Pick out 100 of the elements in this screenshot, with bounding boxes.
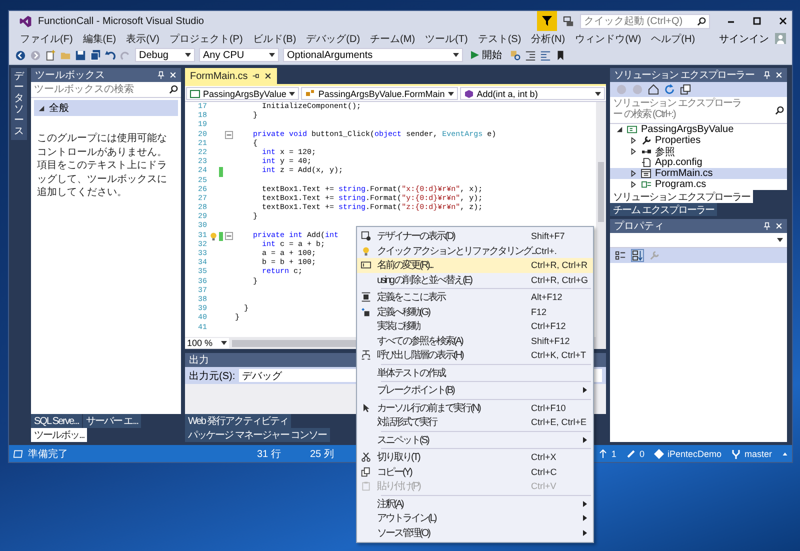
scrollbar[interactable]: [596, 102, 606, 337]
push-count[interactable]: 1: [611, 448, 616, 458]
platform-dropdown[interactable]: Any CPU: [199, 48, 279, 62]
undo-icon[interactable]: [105, 50, 116, 60]
menu-item[interactable]: ファイル(F): [15, 32, 78, 46]
menu-item[interactable]: アウトライン(L): [357, 511, 593, 526]
tree-item[interactable]: 参照: [610, 146, 787, 157]
alphabetical-icon[interactable]: [632, 250, 643, 261]
status-message: 準備完了: [28, 448, 69, 460]
tree-item[interactable]: PassingArgsByValue: [610, 124, 787, 135]
pin-icon[interactable]: [252, 72, 260, 80]
panel-title: 出力: [189, 354, 209, 367]
configuration-dropdown[interactable]: Debug: [135, 48, 195, 62]
panel-tab[interactable]: チーム エクスプローラー: [610, 203, 717, 216]
menu-item[interactable]: 対話形式で実行 Ctrl+E, Ctrl+E: [357, 415, 593, 430]
filter-icon[interactable]: [537, 11, 557, 31]
menu-item[interactable]: 単体テストの作成: [357, 366, 593, 380]
pin-icon[interactable]: [763, 222, 771, 230]
menu-item[interactable]: デバッグ(D): [301, 32, 366, 46]
quick-launch-field[interactable]: クイック起動 (Ctrl+Q): [580, 14, 710, 28]
menu-item[interactable]: スニペット(S): [357, 432, 593, 447]
diamond-icon: [654, 448, 664, 458]
collapse-all-icon[interactable]: [680, 84, 691, 95]
menu-item[interactable]: 注釈(A): [357, 496, 593, 511]
maximize-icon[interactable]: [752, 16, 762, 26]
toolbox-search-field[interactable]: ツールボックスの検索: [31, 82, 181, 98]
navigation-dropdown[interactable]: Add(int a, int b): [460, 87, 605, 100]
menu-item[interactable]: 分析(N): [526, 32, 570, 46]
panel-tab[interactable]: サーバー エ...: [82, 414, 142, 428]
collapse-icon[interactable]: [224, 232, 232, 240]
pin-icon[interactable]: [157, 71, 165, 79]
collapse-icon[interactable]: [224, 131, 232, 140]
branch-name[interactable]: master: [744, 448, 772, 458]
tree-item[interactable]: Properties: [610, 135, 787, 146]
output-source-label: 出力元(S):: [189, 370, 236, 382]
config-file-icon: [641, 158, 652, 167]
start-button[interactable]: 開始: [467, 48, 506, 62]
menu-item[interactable]: プロジェクト(P): [164, 32, 248, 46]
close-icon[interactable]: [778, 16, 788, 26]
menu-item[interactable]: 名前の変更(R)... Ctrl+R, Ctrl+R: [357, 258, 593, 272]
panel-tab[interactable]: パッケージ マネージャー コンソー: [185, 428, 331, 442]
menu-item[interactable]: ビルド(B): [248, 32, 302, 46]
menu-item[interactable]: 実装に移動 Ctrl+F12: [357, 319, 593, 334]
menu-item[interactable]: ツール(T): [420, 32, 473, 46]
csharp-file-icon: [641, 180, 652, 189]
menu-item[interactable]: 定義をここに表示 Alt+F12: [357, 290, 593, 304]
form-icon: [641, 169, 652, 178]
menu-item[interactable]: すべての参照を検索(A) Shift+F12: [357, 334, 593, 348]
categorized-icon[interactable]: [615, 250, 626, 261]
tree-item[interactable]: FormMain.cs: [610, 168, 787, 179]
bookmark-icon[interactable]: [555, 50, 566, 60]
menu-item[interactable]: コピー(Y) Ctrl+C: [357, 464, 593, 479]
change-count[interactable]: 0: [639, 448, 644, 458]
navigation-dropdown[interactable]: PassingArgsByValue: [186, 87, 300, 100]
menu-item[interactable]: 表示(V): [121, 32, 164, 46]
home-icon[interactable]: [648, 84, 659, 95]
menu-item[interactable]: ブレークポイント(B): [357, 383, 593, 398]
menu-item[interactable]: ヘルプ(H): [646, 32, 700, 46]
panel-tab[interactable]: SQL Serve...: [31, 414, 83, 428]
menu-item[interactable]: デザイナーの表示(D) Shift+F7: [357, 229, 593, 244]
close-icon[interactable]: [264, 72, 272, 80]
navigation-dropdown[interactable]: PassingArgsByValue.FormMain: [301, 87, 458, 100]
menu-item[interactable]: 切り取り(T) Ctrl+X: [357, 450, 593, 464]
menu-item[interactable]: テスト(S): [472, 32, 526, 46]
sign-in-link[interactable]: サインイン: [719, 32, 769, 46]
menu-item[interactable]: カーソル行の前まで実行(N) Ctrl+F10: [357, 400, 593, 415]
menu-item[interactable]: クイック アクションとリファクタリング...Ctrl+.: [357, 244, 593, 258]
save-all-icon[interactable]: [90, 50, 101, 60]
menu-item[interactable]: ウィンドウ(W): [570, 32, 646, 46]
panel-tab[interactable]: ツールボッ...: [31, 428, 88, 442]
startup-project-dropdown[interactable]: OptionalArguments: [283, 48, 463, 62]
tree-item[interactable]: App.config: [610, 157, 787, 168]
column-indicator: 25 列: [310, 448, 335, 460]
caret-icon: [782, 450, 788, 456]
menu-item[interactable]: using の削除と並べ替え(E) Ctrl+R, Ctrl+G: [357, 272, 593, 287]
zoom-dropdown[interactable]: 100 %: [185, 338, 229, 348]
toolbox-group[interactable]: 全般: [34, 100, 178, 116]
scissors-icon: [361, 452, 371, 462]
menu-item[interactable]: 定義へ移動(G) F12: [357, 304, 593, 319]
repository-name[interactable]: iPentecDemo: [667, 448, 722, 458]
menu-item[interactable]: 編集(E): [78, 32, 122, 46]
data-source-tab[interactable]: データソース: [11, 68, 27, 140]
lightbulb-icon[interactable]: [210, 232, 216, 241]
panel-tab[interactable]: ソリューション エクスプローラー: [610, 190, 753, 203]
menu-item[interactable]: ソース管理(O): [357, 526, 593, 540]
document-tab[interactable]: FormMain.cs: [185, 68, 277, 84]
save-icon[interactable]: [75, 50, 86, 60]
pin-icon[interactable]: [763, 71, 771, 79]
menu-item[interactable]: チーム(M): [365, 32, 420, 46]
lightbulb-icon: [361, 246, 371, 256]
panel-tab[interactable]: Web 発行アクティビティ: [185, 414, 292, 428]
visual-studio-logo-icon: [19, 14, 32, 28]
refresh-icon[interactable]: [664, 84, 675, 95]
pencil-icon: [626, 448, 636, 458]
search-icon: [169, 85, 178, 94]
empty-group-message: このグループには使用可能なコントロールがありません。項目をこのテキスト上にドラッグして、ツールボックスに追加してください。: [37, 132, 168, 200]
tree-item[interactable]: Program.cs: [610, 179, 787, 190]
new-project-icon[interactable]: [45, 50, 56, 60]
menu-item[interactable]: 呼び出し階層の表示(H) Ctrl+K, Ctrl+T: [357, 348, 593, 362]
solution-search-field[interactable]: ソリューション エクスプローラー の検索 (Ctrl+:): [610, 97, 787, 124]
